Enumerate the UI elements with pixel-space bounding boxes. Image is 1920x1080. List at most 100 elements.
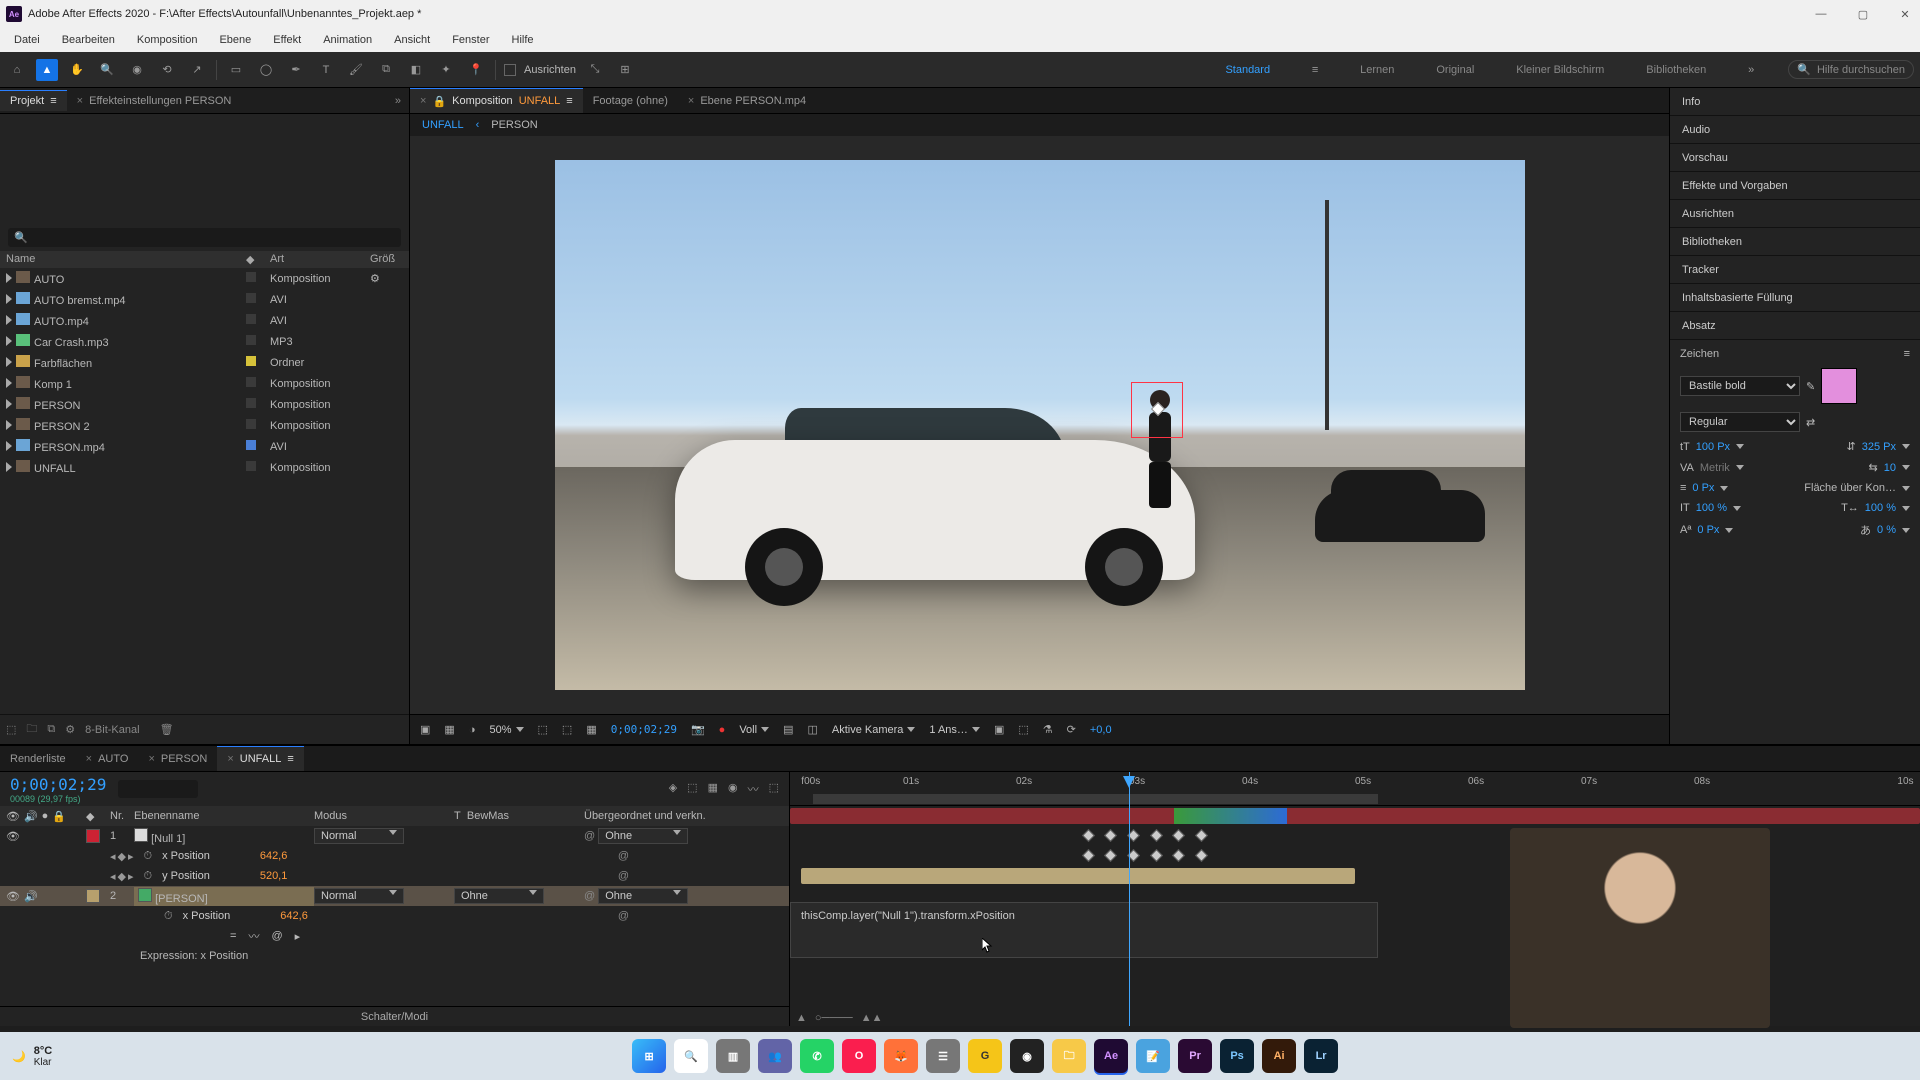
label-chip[interactable] <box>246 419 256 429</box>
pixel-aspect-icon[interactable]: ▣ <box>994 723 1004 736</box>
tab-renderliste[interactable]: Renderliste <box>0 746 76 771</box>
tab-overflow-icon[interactable]: » <box>387 95 409 107</box>
timeline-icon[interactable]: ⚗ <box>1043 723 1053 736</box>
transparency-grid-icon[interactable]: ▦ <box>444 723 454 736</box>
workspace-original[interactable]: Original <box>1428 60 1482 80</box>
panel-bibliotheken[interactable]: Bibliotheken <box>1670 228 1920 256</box>
label-chip[interactable] <box>246 440 256 450</box>
resolution-dropdown[interactable]: Voll <box>739 724 769 736</box>
viewer-timecode[interactable]: 0;00;02;29 <box>611 723 677 736</box>
font-family-dropdown[interactable]: Bastile bold <box>1680 376 1800 396</box>
always-preview-icon[interactable]: ▣ <box>420 723 430 736</box>
parent-dropdown[interactable]: Ohne <box>598 828 688 844</box>
col-parent[interactable]: Übergeordnet und verkn. <box>584 810 784 822</box>
notes-icon[interactable]: 📝 <box>1136 1039 1170 1073</box>
expression-editor[interactable]: thisComp.layer("Null 1").transform.xPosi… <box>790 902 1378 958</box>
bit-depth-button[interactable]: 8-Bit-Kanal <box>85 724 139 736</box>
snapshot-icon[interactable]: 📷 <box>691 723 705 736</box>
workspace-lernen[interactable]: Lernen <box>1352 60 1402 80</box>
tab-menu-icon[interactable]: ≡ <box>566 95 572 107</box>
workspace-overflow-icon[interactable]: » <box>1740 59 1762 81</box>
tab-menu-icon[interactable]: ≡ <box>50 95 56 107</box>
close-icon[interactable]: × <box>420 95 426 107</box>
rotate-tool[interactable]: ⟲ <box>156 59 178 81</box>
label-column-icon[interactable]: ◆ <box>86 810 110 823</box>
menu-animation[interactable]: Animation <box>313 31 382 49</box>
label-chip[interactable] <box>246 293 256 303</box>
project-item[interactable]: FarbflächenOrdner <box>0 352 409 373</box>
project-item[interactable]: UNFALLKomposition <box>0 457 409 478</box>
lock-column-icon[interactable]: 🔒 <box>52 810 66 823</box>
pickwhip-icon[interactable]: @ <box>584 830 595 842</box>
fast-draft-icon[interactable]: ⬚ <box>1018 723 1028 736</box>
tab-layer[interactable]: × Ebene PERSON.mp4 <box>678 88 816 113</box>
col-bewmas[interactable]: BewMas <box>467 810 509 822</box>
project-item[interactable]: Car Crash.mp3MP3 <box>0 331 409 352</box>
prop-ypos-label[interactable]: y Position <box>162 870 210 882</box>
puppet-tool[interactable]: 📍 <box>465 59 487 81</box>
expr-language-icon[interactable]: ▸ <box>295 930 301 943</box>
prev-kf-icon[interactable]: ◂ <box>110 870 116 883</box>
blend-mode-dropdown[interactable]: Normal <box>314 828 404 844</box>
menu-effekt[interactable]: Effekt <box>263 31 311 49</box>
taskbar-search-icon[interactable]: 🔍 <box>674 1039 708 1073</box>
snap-options-icon[interactable]: ⤡ <box>584 59 606 81</box>
eye-icon[interactable]: 👁 <box>6 890 20 903</box>
eyedropper-icon[interactable]: ✎ <box>1806 380 1815 393</box>
audio-icon[interactable]: 🔊 <box>24 890 38 903</box>
new-folder-icon[interactable]: 🗀 <box>26 720 37 739</box>
pen-tool[interactable]: ✒ <box>285 59 307 81</box>
project-item[interactable]: Komp 1Komposition <box>0 373 409 394</box>
project-item[interactable]: PERSON 2Komposition <box>0 415 409 436</box>
mask-icon[interactable]: ◑ <box>469 724 476 736</box>
col-mode[interactable]: Modus <box>314 810 454 822</box>
panel-ausrichten[interactable]: Ausrichten <box>1670 200 1920 228</box>
eye-icon[interactable]: 👁 <box>6 830 20 843</box>
refresh-icon[interactable]: ⟳ <box>1067 723 1076 736</box>
layer-color-chip[interactable] <box>86 829 100 843</box>
layer-bar-person[interactable] <box>801 868 1355 884</box>
tab-tl-auto[interactable]: ×AUTO <box>76 746 139 771</box>
expr-graph-icon[interactable]: 〰 <box>248 928 259 944</box>
trash-icon[interactable]: 🗑 <box>160 723 174 736</box>
start-button[interactable]: ⊞ <box>632 1039 666 1073</box>
panel-menu-icon[interactable]: ≡ <box>1904 348 1910 360</box>
stopwatch-icon[interactable]: ⏱ <box>144 870 153 883</box>
layer-row-null[interactable]: 👁 1 [Null 1] Normal @ Ohne <box>0 826 789 846</box>
fill-over-label[interactable]: Fläche über Kon… <box>1804 482 1896 494</box>
rect-tool[interactable]: ▭ <box>225 59 247 81</box>
menu-bearbeiten[interactable]: Bearbeiten <box>52 31 125 49</box>
3d-view-icon[interactable]: ◫ <box>807 723 817 736</box>
tab-tl-unfall[interactable]: ×UNFALL≡ <box>217 746 303 771</box>
panel-info[interactable]: Info <box>1670 88 1920 116</box>
project-item[interactable]: AUTO.mp4AVI <box>0 310 409 331</box>
current-time-indicator[interactable] <box>1129 772 1130 1026</box>
close-icon[interactable]: × <box>688 95 694 107</box>
project-item[interactable]: PERSONKomposition <box>0 394 409 415</box>
hscale-value[interactable]: 100 % <box>1865 502 1896 514</box>
eye-column-icon[interactable]: 👁 <box>6 810 20 823</box>
baseline-value[interactable]: 0 Px <box>1697 524 1719 536</box>
col-label-icon[interactable]: ◆ <box>246 253 270 266</box>
new-comp-icon[interactable]: ⧉ <box>47 723 55 736</box>
col-nr[interactable]: Nr. <box>110 810 134 822</box>
label-chip[interactable] <box>246 272 256 282</box>
tsume-value[interactable]: 0 % <box>1877 524 1896 536</box>
clone-tool[interactable]: ⧉ <box>375 59 397 81</box>
opera-icon[interactable]: O <box>842 1039 876 1073</box>
brush-tool[interactable]: 🖌 <box>345 59 367 81</box>
exposure-value[interactable]: +0,0 <box>1090 724 1112 736</box>
prop-xpos-value[interactable]: 642,6 <box>280 910 308 922</box>
app-icon[interactable]: ☰ <box>926 1039 960 1073</box>
tab-composition[interactable]: × 🔒 Komposition UNFALL ≡ <box>410 88 583 113</box>
pickwhip-icon[interactable]: @ <box>618 910 629 922</box>
channel-icon[interactable]: ● <box>719 724 726 736</box>
tracking-value[interactable]: 10 <box>1884 462 1896 474</box>
firefox-icon[interactable]: 🦊 <box>884 1039 918 1073</box>
workspace-menu-icon[interactable]: ≡ <box>1304 59 1326 81</box>
font-style-dropdown[interactable]: Regular <box>1680 412 1800 432</box>
illustrator-icon[interactable]: Ai <box>1262 1039 1296 1073</box>
label-chip[interactable] <box>246 356 256 366</box>
lock-icon[interactable]: 🔒 <box>432 95 446 108</box>
work-area-bar[interactable] <box>813 794 1378 804</box>
